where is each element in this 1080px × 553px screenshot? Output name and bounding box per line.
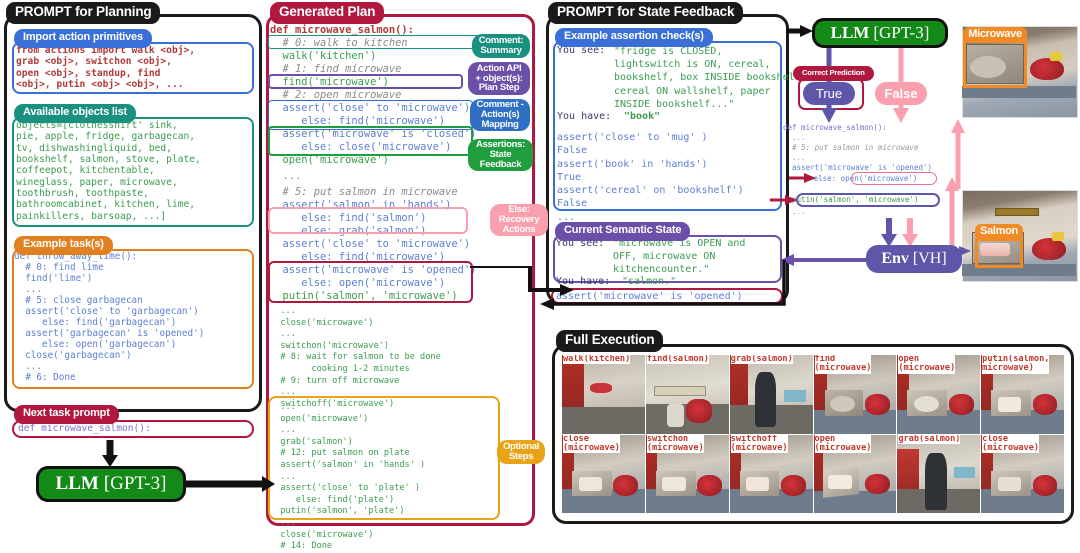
exec-label: switchon (microwave) [646, 434, 704, 454]
feedback-checks: assert('close' to 'mug' ) False assert('… [557, 132, 744, 223]
exec-label: grab(salmon) [730, 355, 793, 365]
true-badge: True [803, 82, 855, 105]
right-code-line-4: ... [783, 153, 806, 162]
highlight-putin-line [796, 193, 940, 207]
full-execution-title: Full Execution [556, 330, 664, 352]
plan-line-walk: walk('kitchen') [270, 50, 377, 62]
highlight-else-recovery [268, 207, 468, 234]
exec-label: close (microwave) [563, 434, 620, 454]
example-task-code: def throw_away_lime(): # 0: find lime fi… [14, 251, 205, 383]
exec-cell: open (microwave) [897, 355, 981, 434]
badge-else-recovery: Else: Recovery Actions [490, 204, 548, 236]
llm-right-model: [GPT-3] [873, 23, 930, 42]
arrow-planning-to-llm [102, 440, 118, 467]
exec-label: walk(kitchen) [563, 355, 631, 365]
llm-right-node: LLM [GPT-3] [812, 18, 948, 48]
arrow-false-to-env [902, 218, 918, 247]
true-label: True [815, 86, 843, 101]
exec-cell: switchon (microwave) [645, 434, 729, 513]
right-code-line-8: ... [783, 207, 806, 216]
badge-action-api: Action API + object(s): Plan Step [468, 62, 530, 95]
highlight-assert-opened-block [268, 261, 473, 303]
highlight-optional-steps [268, 396, 500, 520]
feedback-have-label: You have: [557, 111, 612, 122]
example-task-title: Example task(s) [14, 236, 113, 255]
plan-tail-code: ... close('microwave') ... switchon('mic… [280, 306, 441, 409]
next-task-title: Next task prompt [14, 405, 119, 424]
false-badge: False [875, 82, 927, 105]
false-label: False [884, 86, 918, 101]
correct-prediction-label: Correct Prediction [793, 66, 874, 82]
salmon-bbox [975, 238, 1023, 268]
feedback-see-text: "fridge is CLOSED, lightswitch is ON, ce… [614, 46, 807, 110]
plan-line-comment-5: # 5: put salmon in microwave [270, 186, 458, 198]
exec-cell: close (microwave) [981, 434, 1064, 513]
exec-label: open (microwave) [898, 355, 956, 374]
llm-left-model: [GPT-3] [103, 473, 167, 494]
prompt-planning-title: PROMPT for Planning [6, 2, 161, 24]
objects-list-code: objects=[clothesshirt' sink, pie, apple,… [16, 120, 201, 222]
import-primitives-code: from actions import walk <obj>, grab <ob… [16, 45, 196, 90]
objects-list-title: Available objects list [14, 104, 137, 123]
highlight-assertions [268, 126, 473, 156]
exec-label: switchoff (microwave) [730, 434, 788, 454]
arrow-llm-to-plan [184, 476, 275, 492]
exec-cell: find(salmon) [645, 355, 729, 434]
feedback-have-text: "book" [624, 111, 661, 122]
badge-comment-action: Comment - Action(s) Mapping [470, 99, 530, 131]
llm-left-node: LLM [GPT-3] [36, 466, 186, 502]
env-node: Env [VH] [866, 245, 962, 273]
llm-right-label: LLM [830, 23, 870, 42]
current-state-title: Current Semantic State [555, 222, 691, 241]
exec-label: close (microwave) [982, 434, 1040, 454]
exec-cell: open (microwave) [813, 434, 897, 513]
arrow-env-to-state [780, 254, 869, 266]
exec-cell: close (microwave) [562, 434, 645, 513]
arrow-small-putin [770, 195, 797, 205]
exec-cell: walk(kitchen) [562, 355, 645, 434]
arrow-feedback-to-llm [786, 25, 813, 37]
prompt-state-feedback-title: PROMPT for State Feedback [548, 2, 744, 24]
arrow-code-to-env [881, 218, 897, 247]
arrow-small-else [789, 173, 816, 183]
exec-cell: putin(salmon, microwave) [981, 355, 1064, 434]
vh-salmon-bowl [1032, 238, 1066, 260]
right-code-line-2: ... [783, 133, 806, 142]
microwave-bbox [963, 40, 1027, 88]
right-code-line-1: def microwave_salmon(): [783, 123, 887, 132]
microwave-label: Microwave [963, 27, 1027, 43]
plan-line-dots-1: ... [270, 170, 302, 182]
next-task-code: def microwave_salmon(): [18, 423, 151, 434]
badge-optional-steps: Optional Steps [497, 440, 545, 464]
right-code-line-3: # 5: put salmon in microwave [783, 143, 919, 152]
execution-grid: walk(kitchen) find(salmon) grab(salmon) … [562, 355, 1064, 513]
exec-cell: find (microwave) [813, 355, 897, 434]
badge-comment-summary: Comment: Summary [472, 34, 530, 58]
badge-assertions: Assertions: State Feedback [468, 139, 533, 171]
vh-microwave-bowl [1030, 58, 1064, 80]
exec-label: find(salmon) [646, 355, 709, 365]
salmon-label: Salmon [975, 224, 1023, 240]
highlight-comment-summary [268, 35, 483, 49]
assertion-check-title: Example assertion check(s) [555, 28, 713, 47]
exec-label: find (microwave) [814, 355, 872, 374]
exec-label: open (microwave) [814, 434, 872, 454]
generated-plan-title: Generated Plan [270, 2, 385, 24]
highlight-else-open [851, 172, 937, 185]
vh-salmon-lemon [1052, 232, 1064, 241]
vh-microwave-lemon [1050, 52, 1062, 61]
exec-label: putin(salmon, microwave) [982, 355, 1050, 374]
vh-salmon-shelf [995, 208, 1039, 216]
exec-cell: grab(salmon) [897, 434, 981, 513]
arrow-env-down-left [540, 260, 786, 310]
highlight-action-api [268, 74, 463, 89]
exec-cell: switchoff (microwave) [729, 434, 813, 513]
import-primitives-title: Import action primitives [14, 29, 152, 48]
plan-line-assert-4: assert('close' to 'microwave') [270, 238, 471, 250]
env-label: Env [881, 250, 909, 267]
llm-left-label: LLM [55, 473, 99, 494]
exec-cell: grab(salmon) [729, 355, 813, 434]
env-model: [VH] [912, 250, 947, 267]
exec-label: grab(salmon) [898, 434, 961, 444]
